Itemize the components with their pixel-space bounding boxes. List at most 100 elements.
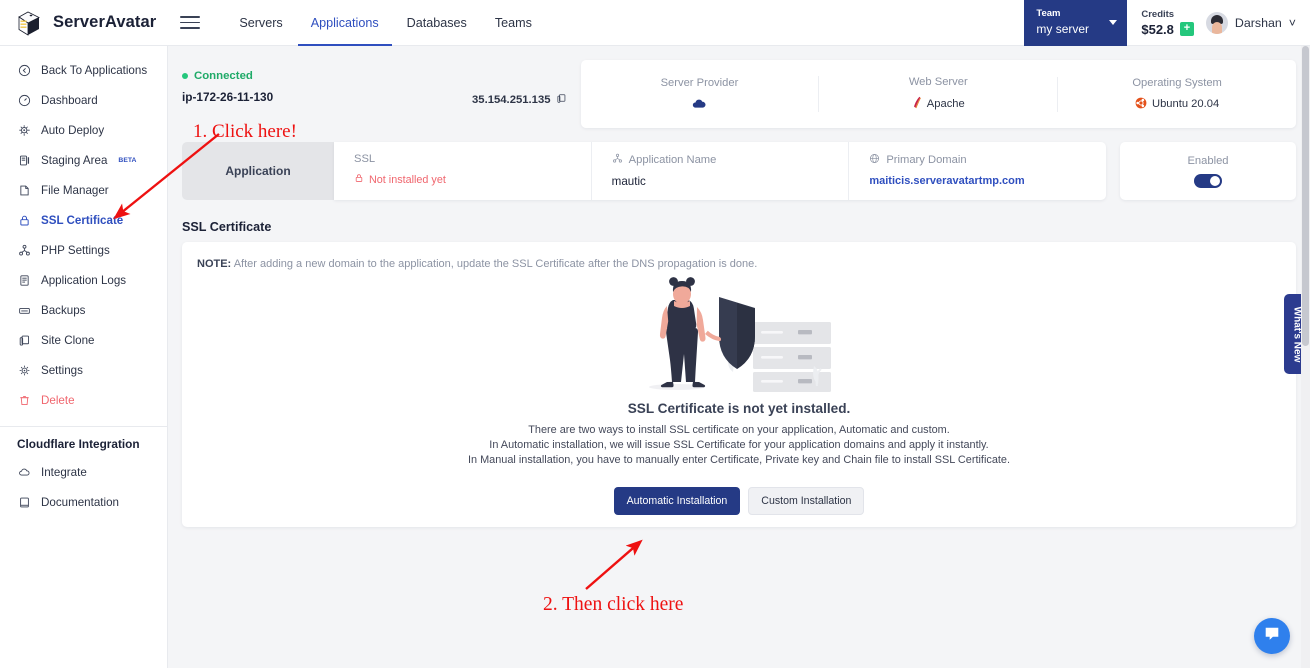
sidebar-item-label: SSL Certificate: [41, 214, 123, 227]
brand-logo[interactable]: ServerAvatar: [0, 8, 156, 38]
ssl-description-line: There are two ways to install SSL certif…: [182, 423, 1296, 438]
sidebar-item-file-manager[interactable]: File Manager: [0, 175, 167, 205]
ssl-description-line: In Automatic installation, we will issue…: [182, 438, 1296, 453]
document-icon: [17, 273, 31, 287]
enabled-card: Enabled: [1120, 142, 1296, 200]
book-icon: [17, 495, 31, 509]
user-menu[interactable]: Darshan ˅: [1206, 12, 1310, 34]
sidebar-item-label: Integrate: [41, 466, 87, 479]
enabled-toggle[interactable]: [1194, 174, 1222, 188]
page-scrollbar[interactable]: [1301, 46, 1310, 668]
topbar-right-cluster: Team my server Credits $52.8 + Darshan ˅: [1024, 0, 1310, 46]
sidebar-item-auto-deploy[interactable]: Auto Deploy: [0, 115, 167, 145]
nav-item-databases[interactable]: Databases: [394, 0, 480, 46]
team-name: my server: [1036, 21, 1089, 37]
sidebar-item-label: Documentation: [41, 496, 119, 509]
cloud-icon: [17, 465, 31, 479]
sidebar-item-ssl-certificate[interactable]: SSL Certificate: [0, 205, 167, 235]
info-value: [581, 97, 819, 112]
user-name: Darshan: [1235, 16, 1282, 30]
info-label: Server Provider: [581, 77, 819, 89]
application-name-value: mautic: [612, 175, 849, 188]
gear-rocket-icon: [17, 123, 31, 137]
sidebar-item-label: Staging Area: [41, 154, 107, 167]
avatar: [1206, 12, 1228, 34]
ssl-action-buttons: Automatic Installation Custom Installati…: [182, 487, 1296, 515]
page-title: SSL Certificate: [168, 200, 1310, 242]
sidebar-item-application-logs[interactable]: Application Logs: [0, 265, 167, 295]
sidebar-item-dashboard[interactable]: Dashboard: [0, 85, 167, 115]
sidebar-item-backups[interactable]: Backups: [0, 295, 167, 325]
sidebar-item-label: Back To Applications: [41, 64, 147, 77]
nav-item-servers[interactable]: Servers: [226, 0, 295, 46]
field-ssl: SSL Not installed yet: [334, 142, 591, 200]
ssl-note-prefix: NOTE:: [197, 258, 231, 270]
hamburger-icon[interactable]: [180, 16, 200, 29]
sidebar-item-documentation[interactable]: Documentation: [0, 487, 167, 517]
automatic-installation-button[interactable]: Automatic Installation: [614, 487, 741, 515]
sidebar-item-php-settings[interactable]: PHP Settings: [0, 235, 167, 265]
ssl-status-heading: SSL Certificate is not yet installed.: [182, 401, 1296, 416]
cloud-filled-icon: [691, 97, 708, 112]
field-label: Primary Domain: [886, 154, 966, 166]
sidebar-item-settings[interactable]: Settings: [0, 355, 167, 385]
copy-icon[interactable]: [556, 91, 567, 109]
sidebar-item-site-clone[interactable]: Site Clone: [0, 325, 167, 355]
ssl-panel: NOTE: After adding a new domain to the a…: [182, 242, 1296, 527]
field-label-wrap: Primary Domain: [869, 153, 1106, 167]
sidebar-item-staging-area[interactable]: Staging Area BETA: [0, 145, 167, 175]
sidebar-item-integrate[interactable]: Integrate: [0, 457, 167, 487]
server-ip: 35.154.251.135: [472, 94, 551, 106]
file-icon: [17, 183, 31, 197]
info-cell-operating-system: Operating System Ubuntu 20.04: [1057, 77, 1296, 112]
beta-badge: BETA: [118, 157, 136, 164]
server-ip-block[interactable]: 35.154.251.135: [472, 60, 567, 128]
team-label: Team: [1036, 8, 1089, 21]
speedometer-icon: [17, 93, 31, 107]
ssl-description-line: In Manual installation, you have to manu…: [182, 453, 1296, 468]
field-label: Application Name: [629, 154, 717, 166]
sidebar-item-delete[interactable]: Delete: [0, 385, 167, 415]
server-identity: Connected ip-172-26-11-130: [182, 60, 472, 128]
nav-item-applications[interactable]: Applications: [298, 0, 392, 46]
primary-domain-value[interactable]: maiticis.serveravatartmp.com: [869, 175, 1106, 187]
field-label-wrap: Application Name: [612, 153, 849, 167]
serveravatar-cube-icon: [14, 8, 44, 38]
brand-name: ServerAvatar: [53, 13, 156, 32]
main-content: Connected ip-172-26-11-130 35.154.251.13…: [168, 46, 1310, 668]
connection-label: Connected: [194, 70, 253, 82]
sidebar-item-label: Backups: [41, 304, 85, 317]
chat-support-button[interactable]: [1254, 618, 1290, 654]
back-circle-icon: [17, 63, 31, 77]
field-value-wrap: Not installed yet: [354, 173, 591, 186]
sidebar: Back To Applications Dashboard Auto Depl…: [0, 46, 168, 668]
server-hostname: ip-172-26-11-130: [182, 90, 472, 104]
sidebar-item-label: Dashboard: [41, 94, 98, 107]
nav-item-teams[interactable]: Teams: [482, 0, 545, 46]
server-info-card: Server Provider Web Server Apache: [581, 60, 1296, 128]
sidebar-item-back-to-applications[interactable]: Back To Applications: [0, 55, 167, 85]
info-cell-web-server: Web Server Apache: [818, 76, 1057, 112]
os-name: Ubuntu 20.04: [1152, 98, 1219, 110]
woman-with-shield-illustration: [182, 274, 1296, 392]
credits-widget[interactable]: Credits $52.8 +: [1127, 9, 1206, 37]
field-label: SSL: [354, 153, 591, 165]
sidebar-divider: [0, 426, 167, 427]
sidebar-item-label: Settings: [41, 364, 83, 377]
drive-icon: [17, 303, 31, 317]
copy-icon: [17, 333, 31, 347]
scrollbar-thumb[interactable]: [1302, 46, 1309, 346]
info-label: Web Server: [819, 76, 1057, 88]
custom-installation-button[interactable]: Custom Installation: [748, 487, 864, 515]
info-label: Operating System: [1058, 77, 1296, 89]
info-cell-server-provider: Server Provider: [581, 77, 819, 112]
field-primary-domain: Primary Domain maiticis.serveravatartmp.…: [848, 142, 1106, 200]
sidebar-item-label: PHP Settings: [41, 244, 110, 257]
add-credits-icon[interactable]: +: [1180, 22, 1194, 36]
application-tab[interactable]: Application: [182, 142, 334, 200]
annotation-step-2: 2. Then click here: [543, 594, 683, 616]
ssl-status-text: Not installed yet: [369, 174, 446, 186]
ssl-note: NOTE: After adding a new domain to the a…: [182, 258, 1296, 270]
team-selector[interactable]: Team my server: [1024, 0, 1127, 46]
lock-icon: [354, 173, 364, 186]
